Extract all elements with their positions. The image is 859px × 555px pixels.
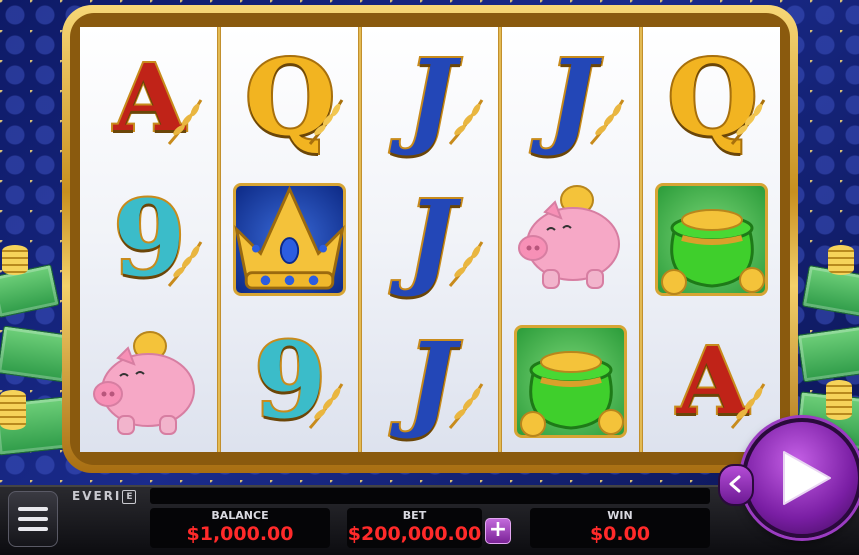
symbol-crown [227,177,352,302]
laurel-icon [449,382,484,429]
laurel-icon [449,241,484,287]
win-meter: WIN $0.00 [530,508,710,548]
balance-value: $1,000.00 [186,523,294,545]
menu-button[interactable] [8,491,58,547]
symbol-nine: 9 [86,177,211,302]
reel-window: A 9 Q 9 J J J J Q A [80,27,780,452]
laurel-icon [308,99,343,146]
symbol-money-bag [508,319,633,444]
reel-4: J [498,27,640,452]
hamburger-icon-line [18,517,48,521]
spin-button[interactable] [742,418,859,538]
money-stack [0,325,72,383]
message-bar [150,488,710,504]
crown-icon [233,185,345,290]
coin-stack [2,245,28,275]
back-button[interactable] [718,464,754,506]
laurel-icon [167,241,203,287]
bet-meter: BET $200,000.00 [347,508,482,548]
reel-2: Q 9 [216,27,358,452]
hamburger-icon-line [18,527,48,531]
money-bag-icon [660,208,765,295]
laurel-icon [590,99,625,146]
laurel-icon [730,382,766,429]
piggy-bank-icon [517,184,620,289]
laurel-icon [730,99,766,146]
symbol-money-bag [649,177,774,302]
symbol-piggy-bank [508,177,633,302]
laurel-icon [449,99,484,146]
bet-increase-button[interactable]: + [485,518,511,544]
balance-label: BALANCE [211,509,269,522]
laurel-icon [308,382,343,429]
win-value: $0.00 [589,523,651,545]
symbol-j: J [367,35,492,160]
symbol-piggy-bank [86,319,211,444]
money-stack [796,325,859,383]
symbol-j: J [367,319,492,444]
symbol-q: Q [227,35,352,160]
win-label: WIN [607,509,633,522]
balance-meter: BALANCE $1,000.00 [150,508,330,548]
symbol-a: A [649,319,774,444]
hamburger-icon [18,507,48,511]
brand-name: EVERI [72,489,122,503]
reel-3: J J J [357,27,499,452]
money-bag-icon [519,350,624,437]
bet-value: $200,000.00 [347,523,482,545]
symbol-a: A [86,35,211,160]
piggy-bank-icon [93,330,196,435]
chevron-left-icon [729,475,741,493]
symbol-j: J [367,177,492,302]
symbol-q: Q [649,35,774,160]
coin-stack [0,390,26,430]
laurel-icon [167,99,203,146]
brand-mark: E [122,490,137,504]
reel-5: Q A [639,27,780,452]
coin-stack [828,245,854,275]
bet-label: BET [402,509,427,522]
play-icon [783,451,831,505]
coin-stack [826,380,852,420]
brand-logo: EVERI E [72,489,137,504]
plus-icon: + [488,517,508,542]
reel-1: A 9 [80,27,217,452]
symbol-j: J [508,35,633,160]
symbol-nine: 9 [227,319,352,444]
